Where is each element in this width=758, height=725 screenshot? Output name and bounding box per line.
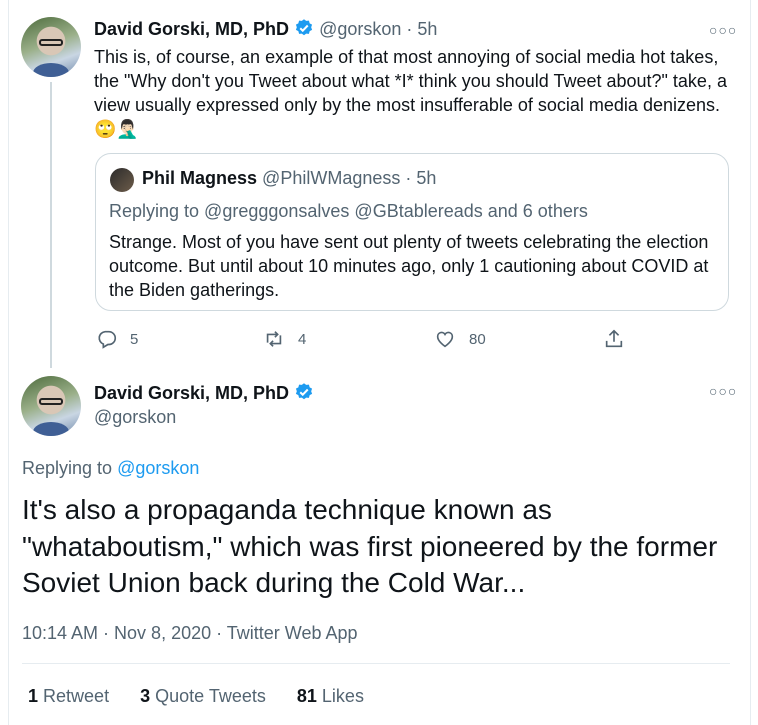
quotes-count: 3 [140,686,151,706]
retweet-icon [266,331,282,347]
avatar-shirt [33,422,69,436]
tweet-1-header: David Gorski, MD, PhD @gorskon · 5h [94,18,437,40]
tweet-text: This is, of course, an example of that m… [94,47,727,139]
more-options-icon[interactable]: ○○○ [709,22,737,38]
retweet-count: 4 [298,330,307,348]
tweet-text: It's also a propaganda technique known a… [22,494,718,598]
avatar-glasses [39,39,63,46]
replying-to: Replying to @gorskon [22,458,199,479]
like-count: 80 [469,330,486,348]
author-name[interactable]: David Gorski, MD, PhD [94,19,289,39]
divider [22,663,730,664]
tweet-2-header: David Gorski, MD, PhD [94,382,314,404]
heart-icon [436,331,454,348]
timeline-border-left [8,0,9,725]
quotes-label: Quote Tweets [155,686,266,706]
quoted-header: Phil Magness @PhilWMagness · 5h [142,168,436,189]
author-name[interactable]: David Gorski, MD, PhD [94,383,289,403]
retweets-label: Retweet [43,686,110,706]
replying-to-handle-link[interactable]: @gorskon [117,458,199,478]
author-handle[interactable]: @gorskon [94,407,176,428]
like-button[interactable]: 80 [433,328,486,350]
likes-stat-link[interactable]: 81 Likes [297,686,390,706]
tweet-time[interactable]: · 5h [406,19,437,39]
verified-badge-icon [295,383,312,400]
avatar[interactable] [21,17,81,77]
quoted-time: · 5h [405,168,437,188]
quoted-avatar [110,168,134,192]
thread-connector [50,82,52,368]
quote-tweets-stat-link[interactable]: 3 Quote Tweets [140,686,292,706]
retweets-count: 1 [28,686,39,706]
more-options-icon[interactable]: ○○○ [709,383,737,399]
tweet-stats: 1 Retweet 3 Quote Tweets 81 Likes [28,686,390,707]
verified-badge-icon [295,19,313,36]
author-handle[interactable]: @gorskon [319,19,401,39]
timeline-border-right [750,0,751,725]
likes-count: 81 [296,686,317,706]
replying-to-label: Replying to [22,458,118,478]
quoted-replying-to: Replying to @gregggonsalves @GBtableread… [109,201,588,221]
retweet-button[interactable]: 4 [262,328,306,350]
avatar-shirt [33,63,69,77]
share-icon [605,329,623,348]
reply-button[interactable]: 5 [96,328,138,350]
reply-icon [98,330,117,349]
tweet-meta[interactable]: 10:14 AM · Nov 8, 2020 · Twitter Web App [22,623,358,644]
avatar-glasses [39,398,63,405]
avatar[interactable] [21,376,81,436]
quoted-author-handle: @PhilWMagness [262,168,401,188]
quoted-text: Strange. Most of you have sent out plent… [109,232,709,300]
retweets-stat-link[interactable]: 1 Retweet [28,686,135,706]
quoted-author-name: Phil Magness [142,168,258,188]
reply-count: 5 [130,330,139,348]
likes-label: Likes [321,686,364,706]
share-button[interactable] [603,328,625,350]
quoted-tweet[interactable]: Phil Magness @PhilWMagness · 5h Replying… [95,153,729,311]
